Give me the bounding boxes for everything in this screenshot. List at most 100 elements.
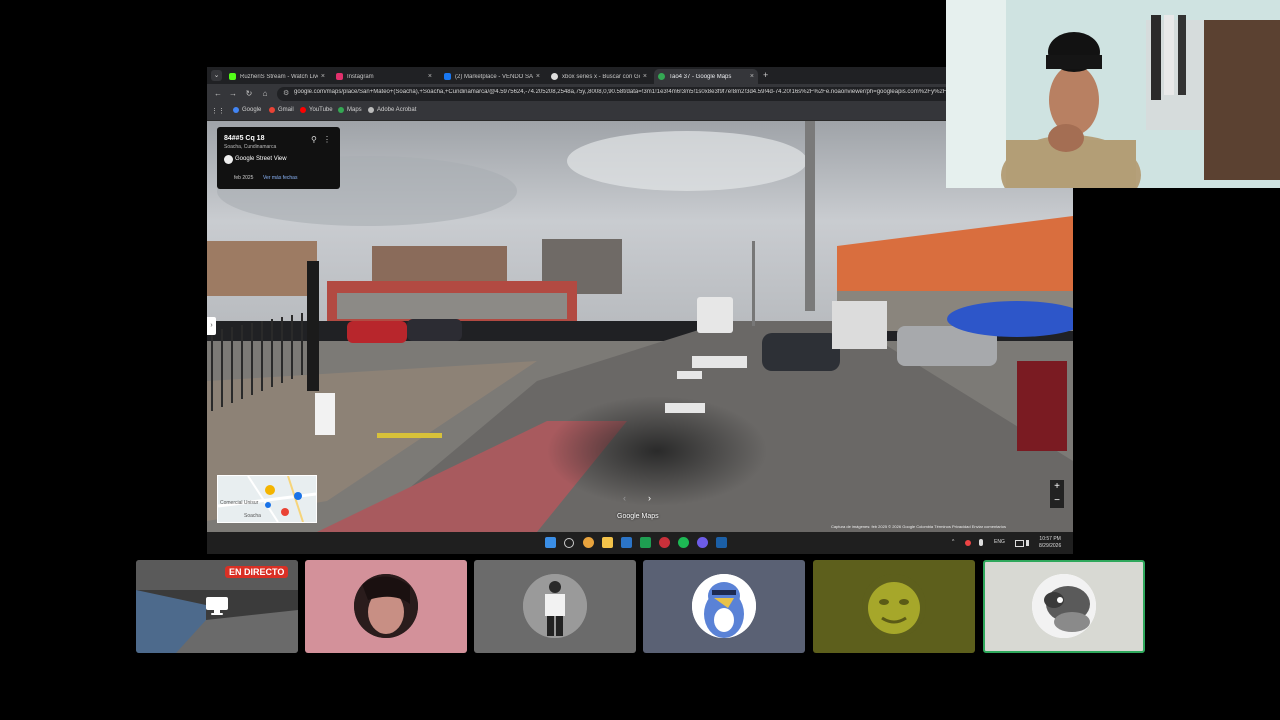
participant-avatar (862, 574, 926, 638)
mini-map-label: Comercial Unisur (220, 500, 259, 506)
media-player-icon[interactable] (659, 537, 670, 548)
volume-icon[interactable] (1026, 540, 1035, 546)
system-clock[interactable]: 10:57 PM 8/29/2026 (1039, 536, 1061, 550)
more-options-icon[interactable]: ⋮ (323, 135, 331, 144)
location-title: 84##5 Cq 18 (224, 135, 265, 142)
bookmark-youtube[interactable]: YouTube (300, 107, 333, 113)
bookmark-adobe-acrobat[interactable]: Adobe Acrobat (368, 107, 416, 113)
nav-prev-arrow-icon[interactable]: ‹ (623, 493, 626, 503)
bookmark-label: Google (242, 107, 262, 113)
spotify-icon[interactable] (678, 537, 689, 548)
webcam-image (946, 0, 1280, 188)
file-explorer-icon[interactable] (602, 537, 613, 548)
windows-taskbar: ^ ENG 10:57 PM 8/29/2026 (207, 532, 1073, 554)
capture-date: feb 2025 (234, 175, 254, 181)
participant-tile-active-speaker[interactable] (983, 560, 1145, 653)
avatar-image (862, 574, 926, 638)
participant-tile[interactable] (474, 560, 636, 653)
clock-time: 10:57 PM (1039, 536, 1061, 542)
participant-tile[interactable] (643, 560, 805, 653)
language-indicator[interactable]: ENG (994, 539, 1005, 545)
reload-icon[interactable]: ↻ (243, 88, 255, 100)
site-info-icon[interactable]: ⚙ (283, 89, 289, 97)
tab-close-icon[interactable]: × (750, 73, 754, 80)
participant-avatar (692, 574, 756, 638)
gmail-icon (269, 107, 275, 113)
bookmark-label: Maps (347, 107, 362, 113)
participant-tile[interactable] (305, 560, 467, 653)
tab-close-icon[interactable]: × (643, 73, 647, 80)
participant-avatar (354, 574, 418, 638)
chrome-icon[interactable] (583, 537, 594, 548)
avatar-image (523, 574, 587, 638)
maps-favicon-icon (658, 73, 665, 80)
participant-avatar (1032, 574, 1096, 638)
bookmark-gmail[interactable]: Gmail (269, 107, 294, 113)
participant-tile[interactable] (813, 560, 975, 653)
bookmark-label: Adobe Acrobat (377, 107, 417, 113)
new-tab-button[interactable]: + (763, 70, 768, 81)
tab-label: RuzheriS Stream - Watch Live o (240, 73, 318, 80)
steam-icon[interactable] (716, 537, 727, 548)
nav-next-arrow-icon[interactable]: › (648, 493, 651, 503)
zoom-in-button[interactable]: + (1050, 480, 1064, 494)
street-view-label: Google Street View (235, 156, 287, 162)
kick-favicon-icon (229, 73, 236, 80)
antivirus-tray-icon[interactable] (965, 540, 971, 546)
tab-label: Instagram (347, 73, 374, 80)
facebook-favicon-icon (444, 73, 451, 80)
participant-tile-screen-share[interactable]: EN DIRECTO (136, 560, 298, 653)
more-dates-link[interactable]: Ver más fechas (263, 175, 297, 181)
discord-icon[interactable] (697, 537, 708, 548)
windows-start-icon[interactable] (545, 537, 556, 548)
tab-marketplace[interactable]: (2) Marketplace - VENDO SAN × (440, 69, 544, 84)
avatar-image (354, 574, 418, 638)
tab-search-button[interactable]: ⌄ (211, 70, 222, 81)
tab-instagram[interactable]: Instagram × (332, 69, 436, 84)
youtube-icon (300, 107, 306, 113)
mini-map[interactable]: Comercial Unisur Soacha (217, 475, 317, 523)
tray-arrow-icon[interactable]: ^ (952, 539, 954, 545)
mini-map-label: Soacha (244, 513, 261, 519)
google-street-view-icon (224, 155, 233, 164)
bookmark-maps[interactable]: Maps (338, 107, 362, 113)
live-badge: EN DIRECTO (225, 566, 289, 578)
adobe-acrobat-icon (368, 107, 374, 113)
store-icon[interactable] (621, 537, 632, 548)
excel-icon[interactable] (640, 537, 651, 548)
browser-tab-strip: ⌄ RuzheriS Stream - Watch Live o × Insta… (207, 67, 1073, 84)
tab-kick[interactable]: RuzheriS Stream - Watch Live o × (225, 69, 329, 84)
webcam-feed (946, 0, 1280, 188)
google-maps-logo: Google Maps (617, 513, 659, 520)
bookmark-google[interactable]: Google (233, 107, 261, 113)
google-favicon-icon (551, 73, 558, 80)
monitor-icon (206, 597, 228, 615)
map-credits: Captura de imágenes: feb 2025 © 2026 Goo… (831, 524, 1006, 529)
tab-close-icon[interactable]: × (321, 73, 325, 80)
mini-map-roads (218, 476, 316, 522)
street-view-panorama[interactable]: 84##5 Cq 18 Soacha, Cundinamarca Google … (207, 121, 1073, 532)
search-icon[interactable] (564, 538, 574, 548)
collapse-panel-button[interactable]: › (207, 317, 216, 335)
bookmark-label: YouTube (309, 107, 333, 113)
tab-google-search[interactable]: xbox series x - Buscar con Goo × (547, 69, 651, 84)
back-icon[interactable]: ← (212, 88, 224, 100)
tab-label: (2) Marketplace - VENDO SAN (455, 73, 533, 80)
avatar-image (692, 574, 756, 638)
apps-grid-icon[interactable]: ⋮⋮ (211, 107, 225, 115)
tab-close-icon[interactable]: × (536, 73, 540, 80)
forward-icon[interactable]: → (227, 88, 239, 100)
microphone-icon[interactable] (979, 539, 983, 546)
home-icon[interactable]: ⌂ (259, 88, 271, 100)
tab-close-icon[interactable]: × (428, 73, 432, 80)
participant-avatar (523, 574, 587, 638)
tab-google-maps[interactable]: Tao4 37 - Google Maps × (654, 69, 758, 84)
network-icon[interactable] (1015, 540, 1024, 547)
bookmarks-bar: ⋮⋮ Google Gmail YouTube Maps Adobe Acrob… (207, 104, 1073, 121)
location-pin-icon[interactable]: ⚲ (311, 135, 317, 144)
tab-label: xbox series x - Buscar con Goo (562, 73, 640, 80)
maps-icon (338, 107, 344, 113)
location-info-card: 84##5 Cq 18 Soacha, Cundinamarca Google … (217, 127, 340, 189)
instagram-favicon-icon (336, 73, 343, 80)
zoom-out-button[interactable]: − (1050, 494, 1064, 508)
